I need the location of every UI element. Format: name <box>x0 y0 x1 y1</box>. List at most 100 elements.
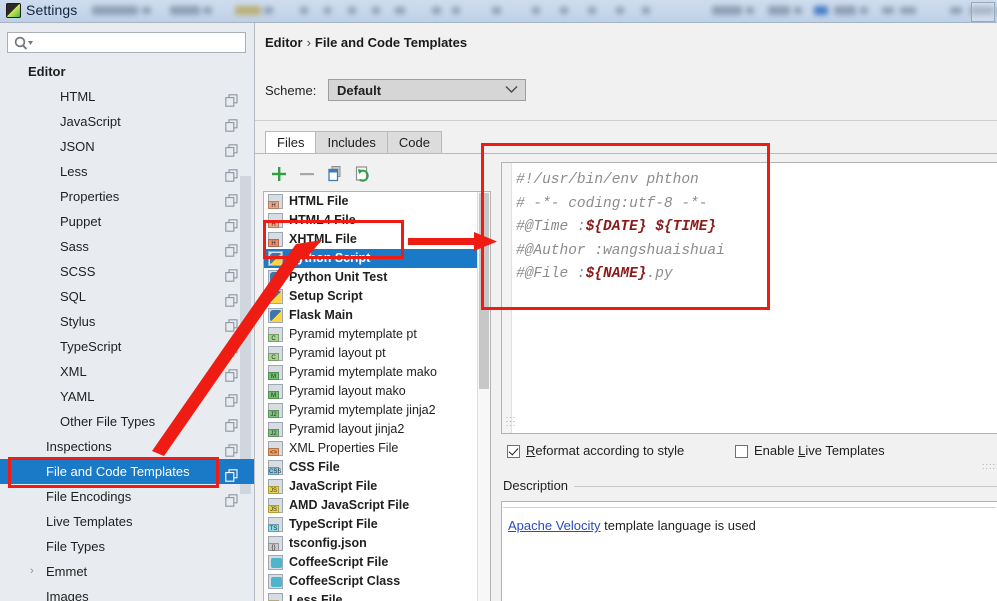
remove-template-button[interactable] <box>297 164 317 184</box>
reset-template-button[interactable] <box>353 164 373 184</box>
file-template-icon: JS <box>268 479 283 494</box>
templates-scrollbar-track[interactable] <box>477 192 490 601</box>
code-text: #@File : <box>516 266 586 283</box>
file-template-icon: J2 <box>268 422 283 437</box>
templates-scrollbar-thumb[interactable] <box>479 193 489 389</box>
code-text: #@Author :wangshuaishuai <box>516 242 725 259</box>
sidebar-item-scss[interactable]: SCSS <box>0 259 254 284</box>
template-list-item[interactable]: H HTML File <box>264 192 490 211</box>
panel-resize-grip[interactable]: ::::: <box>982 461 997 471</box>
sidebar-item-less[interactable]: Less <box>0 159 254 184</box>
editor-line: #@File :${NAME}.py <box>516 263 993 287</box>
sidebar-item-images[interactable]: Images <box>0 584 254 601</box>
add-template-button[interactable] <box>269 164 289 184</box>
tab-code[interactable]: Code <box>386 131 442 154</box>
tab-includes[interactable]: Includes <box>315 131 388 154</box>
sidebar-item-label: Emmet <box>46 564 88 579</box>
search-box[interactable] <box>7 32 246 53</box>
file-template-icon: JS <box>268 498 283 513</box>
template-list-item[interactable]: {L} Less File <box>264 591 490 601</box>
templates-list[interactable]: H HTML File H HTML4 File H XHTML File Python S… <box>263 191 491 601</box>
sidebar-item-typescript[interactable]: TypeScript <box>0 334 254 359</box>
template-list-item[interactable]: H HTML4 File <box>264 211 490 230</box>
sidebar-item-label: Properties <box>60 189 120 204</box>
template-list-item[interactable]: CoffeeScript File <box>264 553 490 572</box>
scheme-dropdown[interactable]: Default <box>328 79 526 101</box>
sidebar-item-html[interactable]: HTML <box>0 84 254 109</box>
sidebar-item-properties[interactable]: Properties <box>0 184 254 209</box>
template-list-item[interactable]: Python Script <box>264 249 490 268</box>
template-list-item[interactable]: C Pyramid mytemplate pt <box>264 325 490 344</box>
sidebar-item-xml[interactable]: XML <box>0 359 254 384</box>
sidebar-item-javascript[interactable]: JavaScript <box>0 109 254 134</box>
editor-line: #@Time :${DATE} ${TIME} <box>516 216 993 240</box>
description-suffix: template language is used <box>600 518 756 533</box>
template-list-item-label: CoffeeScript File <box>289 555 389 569</box>
template-list-item[interactable]: JS JavaScript File <box>264 477 490 496</box>
template-list-item[interactable]: JS AMD JavaScript File <box>264 496 490 515</box>
sidebar-item-label: JavaScript <box>60 114 121 129</box>
file-template-icon: CSS <box>268 460 283 475</box>
template-list-item[interactable]: TS TypeScript File <box>264 515 490 534</box>
sidebar-item-other-file-types[interactable]: Other File Types <box>0 409 254 434</box>
template-list-item[interactable]: {} tsconfig.json <box>264 534 490 553</box>
template-list-item-label: Pyramid layout jinja2 <box>289 422 405 436</box>
template-list-item-label: HTML4 File <box>289 213 356 227</box>
file-template-icon: C <box>268 346 283 361</box>
description-text: Apache Velocity template language is use… <box>508 518 756 533</box>
template-list-item-label: Pyramid layout pt <box>289 346 386 360</box>
template-list-item[interactable]: CoffeeScript Class <box>264 572 490 591</box>
file-and-code-templates-pane: Editor › File and Code Templates Scheme: D… <box>255 23 997 601</box>
template-list-item-label: Pyramid layout mako <box>289 384 406 398</box>
checkbox-label: Reformat according to style <box>526 443 685 458</box>
title-bar: Settings <box>0 0 997 22</box>
sidebar-item-puppet[interactable]: Puppet <box>0 209 254 234</box>
file-template-icon <box>268 308 283 323</box>
template-list-item[interactable]: J2 Pyramid layout jinja2 <box>264 420 490 439</box>
sidebar-item-label: Editor <box>28 64 66 79</box>
tab-files[interactable]: Files <box>265 131 317 154</box>
sidebar-item-file-encodings[interactable]: File Encodings <box>0 484 254 509</box>
sidebar-item-label: Stylus <box>60 314 96 329</box>
sidebar-item-file-types[interactable]: File Types <box>0 534 254 559</box>
chevron-right-icon[interactable]: › <box>30 559 34 584</box>
file-template-icon: {} <box>268 536 283 551</box>
sidebar-item-json[interactable]: JSON <box>0 134 254 159</box>
template-list-item-label: Python Unit Test <box>289 270 388 284</box>
sidebar-item-label: File Types <box>46 539 106 554</box>
template-list-item[interactable]: Setup Script <box>264 287 490 306</box>
sidebar-item-emmet[interactable]: › Emmet <box>0 559 254 584</box>
template-list-item[interactable]: M Pyramid mytemplate mako <box>264 363 490 382</box>
splitter-handle[interactable]: :::::: <box>505 415 517 433</box>
sidebar-item-inspections[interactable]: Inspections <box>0 434 254 459</box>
template-list-item[interactable]: H XHTML File <box>264 230 490 249</box>
sidebar-item-sql[interactable]: SQL <box>0 284 254 309</box>
search-input[interactable] <box>36 35 241 53</box>
sidebar-item-stylus[interactable]: Stylus <box>0 309 254 334</box>
copy-template-button[interactable] <box>325 164 345 184</box>
sidebar-item-file-and-code-templates[interactable]: File and Code Templates <box>0 459 254 484</box>
editor-text[interactable]: #!/usr/bin/env phthon # -*- coding:utf-8 … <box>516 169 993 433</box>
breadcrumb-root[interactable]: Editor <box>265 35 303 50</box>
sidebar-item-label: File Encodings <box>46 489 132 504</box>
apache-velocity-link[interactable]: Apache Velocity <box>508 518 601 533</box>
sidebar-item-label: File and Code Templates <box>46 464 190 479</box>
sidebar-item-yaml[interactable]: YAML <box>0 384 254 409</box>
template-list-item[interactable]: CSS CSS File <box>264 458 490 477</box>
sidebar-item-sass[interactable]: Sass <box>0 234 254 259</box>
template-list-item-label: XML Properties File <box>289 441 399 455</box>
template-list-item-label: AMD JavaScript File <box>289 498 410 512</box>
template-list-item[interactable]: C Pyramid layout pt <box>264 344 490 363</box>
template-list-item[interactable]: M Pyramid layout mako <box>264 382 490 401</box>
sidebar-item-editor[interactable]: Editor <box>0 59 254 84</box>
file-template-icon: J2 <box>268 403 283 418</box>
template-list-item[interactable]: J2 Pyramid mytemplate jinja2 <box>264 401 490 420</box>
template-list-item[interactable]: Flask Main <box>264 306 490 325</box>
template-list-item[interactable]: Python Unit Test <box>264 268 490 287</box>
template-list-item[interactable]: <> XML Properties File <box>264 439 490 458</box>
window-title: Settings <box>26 2 78 18</box>
search-icon <box>14 36 33 50</box>
sidebar-item-label: Sass <box>60 239 89 254</box>
template-code-editor[interactable]: #!/usr/bin/env phthon # -*- coding:utf-8 … <box>501 162 997 434</box>
sidebar-item-live-templates[interactable]: Live Templates <box>0 509 254 534</box>
